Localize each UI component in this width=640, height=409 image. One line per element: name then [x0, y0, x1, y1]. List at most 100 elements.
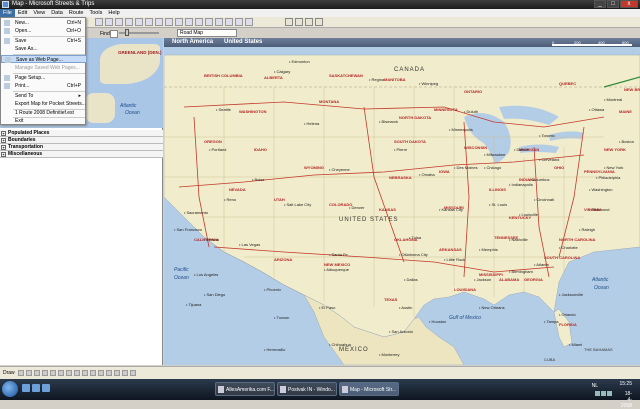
power-icon[interactable]	[607, 391, 612, 396]
map-view[interactable]: North America United States 0 200 400 60…	[164, 38, 640, 365]
directions-icon[interactable]	[105, 18, 113, 26]
menu-view[interactable]: View	[30, 9, 48, 17]
section-transportation[interactable]: + Transportation	[0, 144, 163, 151]
freeform-tool-icon[interactable]	[50, 369, 57, 376]
city-label[interactable]: • Memphis	[479, 247, 498, 252]
city-label[interactable]: • Louisville	[519, 212, 538, 217]
print-icon[interactable]	[205, 18, 213, 26]
city-label[interactable]: • Houston	[429, 319, 446, 324]
state-label[interactable]: ALABAMA	[499, 277, 519, 282]
city-label[interactable]: • Birmingham	[509, 269, 533, 274]
city-label[interactable]: • Portland	[209, 147, 226, 152]
state-label[interactable]: ALBERTA	[264, 75, 283, 80]
info-icon[interactable]	[215, 18, 223, 26]
font-color-icon[interactable]	[98, 369, 105, 376]
app-icon[interactable]	[2, 1, 9, 8]
city-label[interactable]: • Tampa	[544, 319, 558, 324]
gulf-label[interactable]: Gulf of Mexico	[449, 315, 481, 321]
state-label[interactable]: MINNESOTA	[434, 107, 458, 112]
city-label[interactable]: • Omaha	[419, 172, 435, 177]
menu-item-manage-saved-web-pages[interactable]: Manage Saved Web Pages...	[1, 64, 87, 72]
menu-item-save[interactable]: Save Ctrl+S	[1, 37, 87, 45]
city-label[interactable]: • Detroit	[514, 147, 528, 152]
city-label[interactable]: • Montreal	[604, 97, 622, 102]
city-label[interactable]: • Austin	[399, 305, 412, 310]
maximize-button[interactable]: □	[607, 0, 619, 8]
bring-forward-icon[interactable]	[106, 369, 113, 376]
city-label[interactable]: • Cheyenne	[329, 167, 350, 172]
bahamas-label[interactable]: THE BAHAMAS	[584, 347, 613, 352]
country-label-canada[interactable]: CANADA	[394, 67, 425, 73]
taskbar-item-mail[interactable]: Postvak IN - Windo...	[277, 382, 337, 396]
clock-date[interactable]: 18-4-2008	[621, 391, 632, 409]
menu-file[interactable]: File	[0, 9, 15, 17]
state-label[interactable]: KANSAS	[379, 207, 396, 212]
city-label[interactable]: • New York	[604, 165, 623, 170]
text-tool-icon[interactable]	[58, 369, 65, 376]
city-label[interactable]: • Chicago	[484, 165, 501, 170]
city-label[interactable]: • Bismarck	[379, 119, 398, 124]
oval-tool-icon[interactable]	[42, 369, 49, 376]
menu-item-page-setup[interactable]: Page Setup...	[1, 74, 87, 82]
state-label[interactable]: ARKANSAS	[439, 247, 462, 252]
network-icon[interactable]	[595, 391, 600, 396]
city-label[interactable]: • Regina	[369, 77, 384, 82]
city-label[interactable]: • Los Angeles	[194, 272, 218, 277]
menu-item-exit[interactable]: Exit	[1, 117, 87, 125]
select-icon[interactable]	[165, 18, 173, 26]
zoom-icon[interactable]	[185, 18, 193, 26]
rectangle-tool-icon[interactable]	[34, 369, 41, 376]
start-button[interactable]	[2, 381, 18, 397]
city-label[interactable]: • San Diego	[204, 292, 225, 297]
city-label[interactable]: • Dallas	[404, 277, 418, 282]
city-label[interactable]: • New Orleans	[479, 305, 505, 310]
state-label[interactable]: LOUISIANA	[454, 287, 476, 292]
help-icon[interactable]	[315, 18, 323, 26]
ie-icon[interactable]	[32, 384, 40, 392]
send-back-icon[interactable]	[114, 369, 121, 376]
city-label[interactable]: • Salt Lake City	[284, 202, 311, 207]
close-button[interactable]: x	[620, 0, 638, 8]
city-label[interactable]: • Tulsa	[409, 235, 421, 240]
state-label[interactable]: OREGON	[204, 139, 222, 144]
state-label[interactable]: NEW BRUNSWICK	[624, 87, 640, 92]
city-label[interactable]: • Seattle	[216, 107, 231, 112]
state-label[interactable]: IOWA	[439, 169, 450, 174]
city-label[interactable]: • Richmond	[589, 207, 610, 212]
city-label[interactable]: • Hermosillo	[264, 347, 285, 352]
line-style-icon[interactable]	[90, 369, 97, 376]
state-label[interactable]: TEXAS	[384, 297, 397, 302]
country-label-mexico[interactable]: MEXICO	[339, 347, 369, 353]
pushpin-icon[interactable]	[135, 18, 143, 26]
city-label[interactable]: • Jacksonville	[559, 292, 583, 297]
city-label[interactable]: • Edmonton	[289, 59, 310, 64]
state-label[interactable]: WYOMING	[304, 165, 324, 170]
section-miscellaneous[interactable]: + Miscellaneous	[0, 151, 163, 158]
city-label[interactable]: • Atlanta	[534, 262, 549, 267]
draw-label[interactable]: Draw	[3, 370, 15, 376]
section-boundaries[interactable]: + Boundaries	[0, 137, 163, 144]
find-nearby-icon[interactable]	[145, 18, 153, 26]
map-style-select[interactable]: Road Map	[177, 29, 237, 37]
city-label[interactable]: • Las Vegas	[239, 242, 260, 247]
menu-data[interactable]: Data	[48, 9, 66, 17]
city-label[interactable]: • Albuquerque	[324, 267, 349, 272]
country-label-us[interactable]: UNITED STATES	[339, 217, 398, 223]
measure-icon[interactable]	[130, 369, 137, 376]
show-desktop-icon[interactable]	[22, 384, 30, 392]
breadcrumb-united-states[interactable]: United States	[224, 38, 262, 47]
find-button[interactable]	[110, 30, 118, 38]
expand-icon[interactable]: +	[1, 152, 6, 157]
state-label[interactable]: IDAHO	[254, 147, 267, 152]
city-label[interactable]: • Tucson	[274, 315, 289, 320]
city-label[interactable]: • Tijuana	[186, 302, 201, 307]
city-label[interactable]: • Milwaukee	[484, 152, 505, 157]
menu-tools[interactable]: Tools	[87, 9, 106, 17]
pushpin-tool-icon[interactable]	[122, 369, 129, 376]
city-label[interactable]: • Ottawa	[589, 107, 604, 112]
ocean-label-pacific-2[interactable]: Ocean	[174, 275, 189, 281]
city-label[interactable]: • Nashville	[509, 237, 528, 242]
arrow-tool-icon[interactable]	[26, 369, 33, 376]
menu-help[interactable]: Help	[105, 9, 122, 17]
traffic-icon[interactable]	[245, 18, 253, 26]
